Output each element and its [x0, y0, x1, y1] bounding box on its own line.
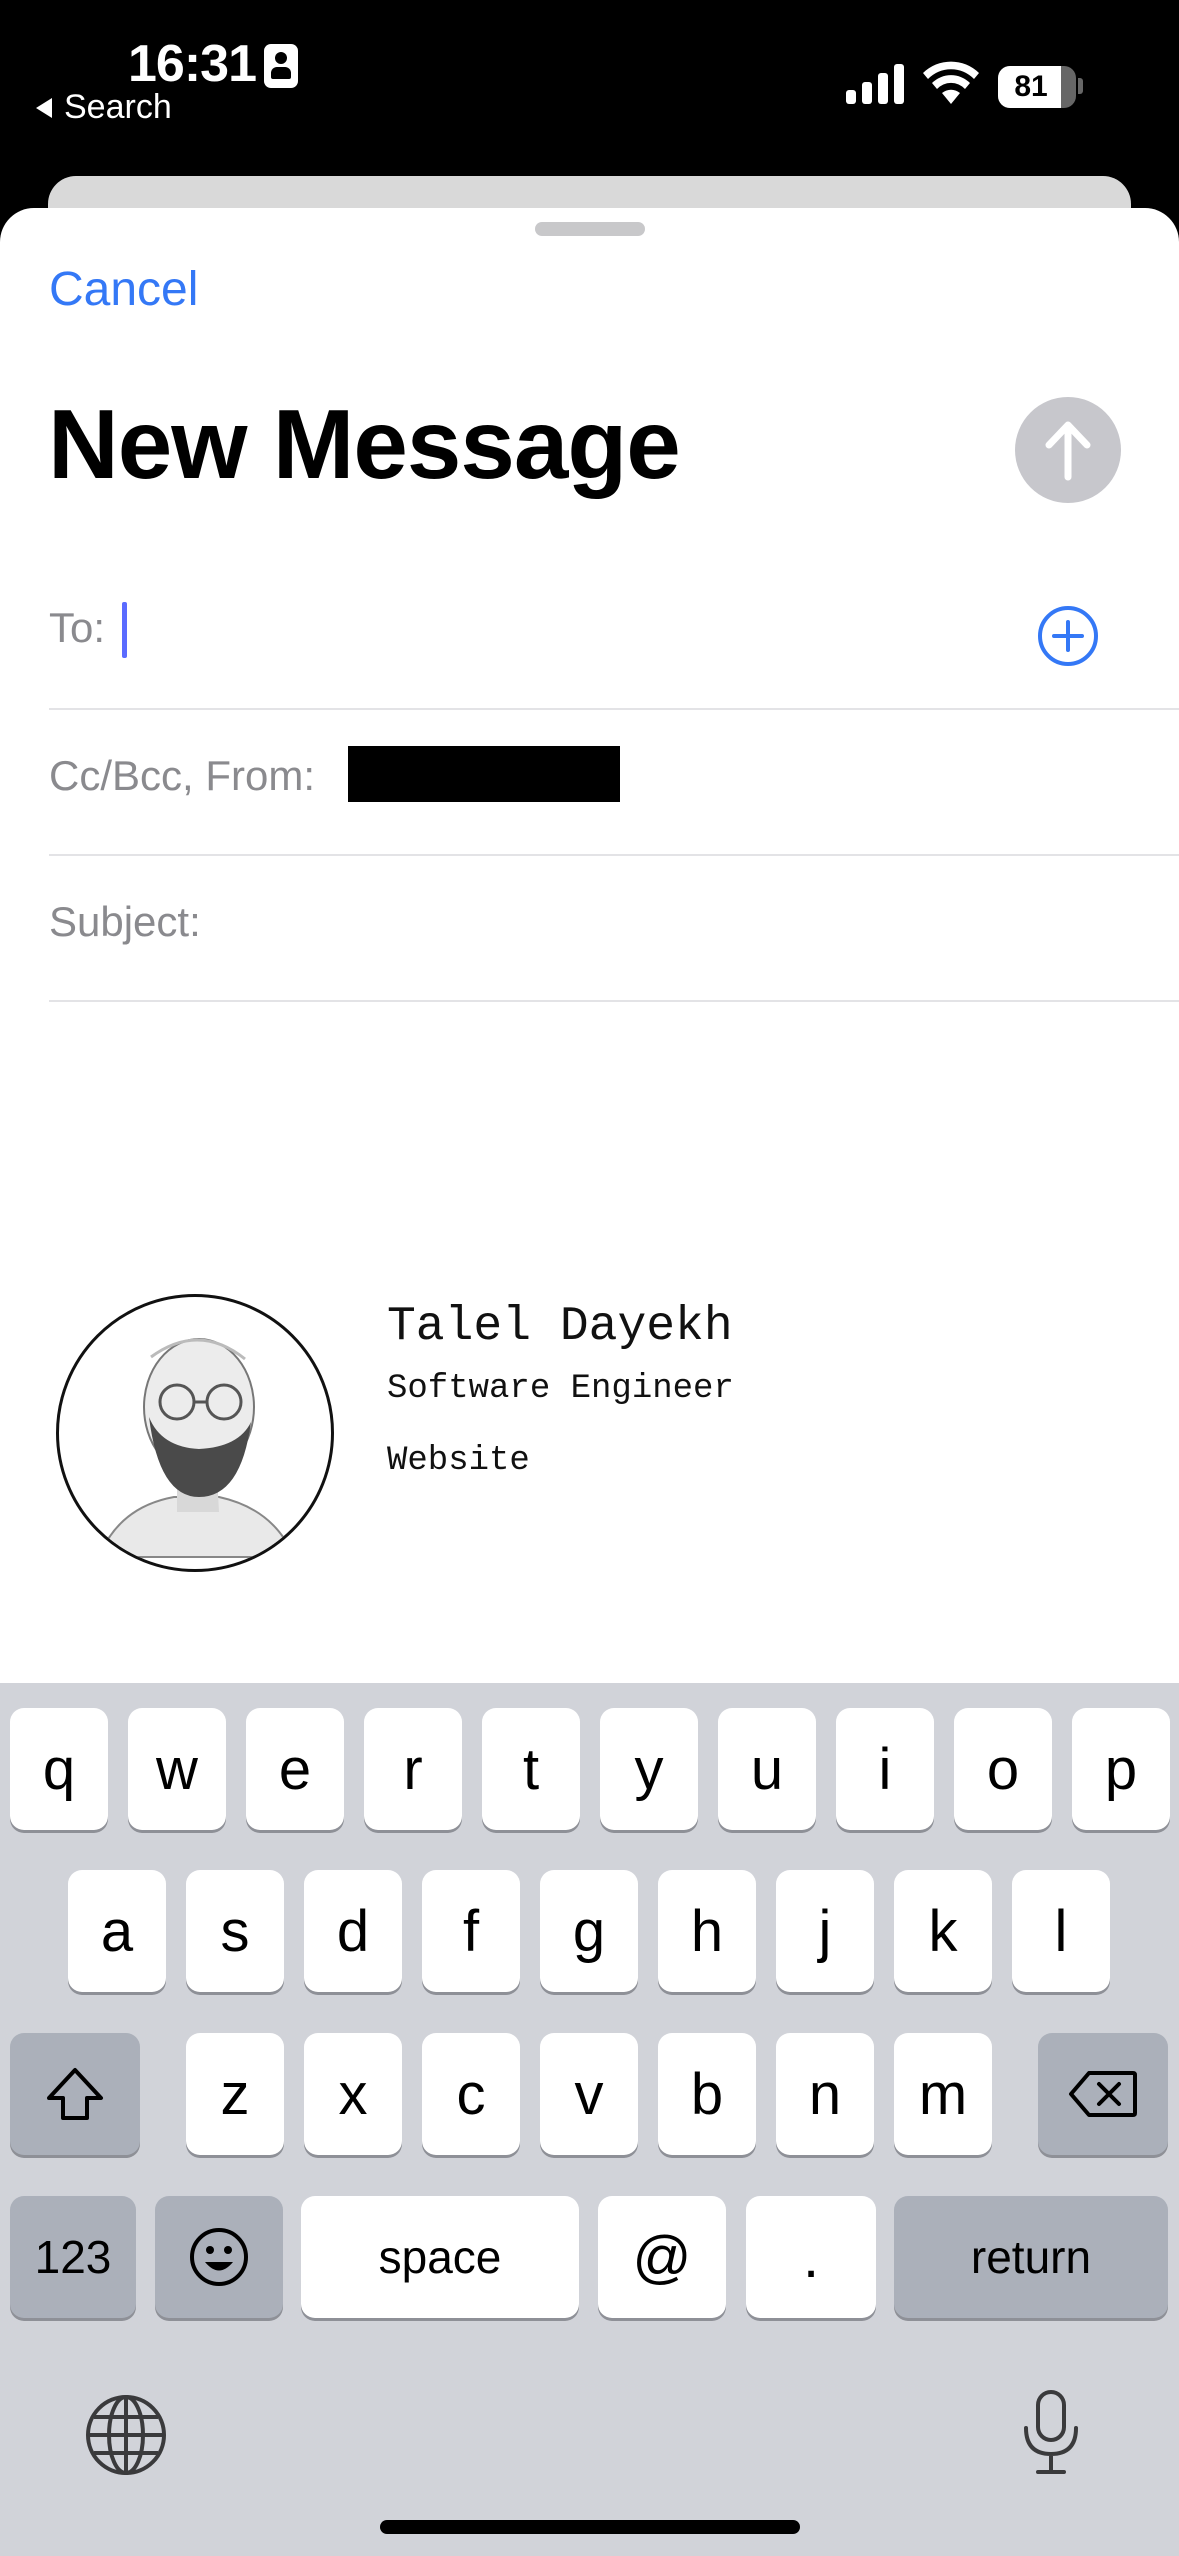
key-b[interactable]: b — [658, 2033, 756, 2155]
key-g[interactable]: g — [540, 1870, 638, 1992]
signature-name: Talel Dayekh — [387, 1300, 733, 1354]
battery-percent: 81 — [1014, 70, 1048, 103]
cellular-signal-icon — [846, 62, 904, 104]
microphone-icon[interactable] — [1018, 2388, 1084, 2478]
period-key[interactable]: . — [746, 2196, 876, 2318]
numbers-key[interactable]: 123 — [10, 2196, 136, 2318]
globe-icon[interactable] — [84, 2393, 168, 2477]
home-indicator[interactable] — [380, 2520, 800, 2534]
shift-arrow-icon — [47, 2068, 103, 2120]
key-c[interactable]: c — [422, 2033, 520, 2155]
key-a[interactable]: a — [68, 1870, 166, 1992]
signature-role: Software Engineer — [387, 1370, 734, 1408]
page-title: New Message — [48, 389, 681, 499]
send-button[interactable] — [1015, 397, 1121, 503]
key-o[interactable]: o — [954, 1708, 1052, 1830]
to-label: To: — [49, 604, 106, 651]
key-x[interactable]: x — [304, 2033, 402, 2155]
divider — [49, 708, 1179, 710]
back-label: Search — [64, 88, 172, 126]
key-m[interactable]: m — [894, 2033, 992, 2155]
battery-icon: 81 — [998, 66, 1076, 108]
shift-key[interactable] — [10, 2033, 140, 2155]
key-f[interactable]: f — [422, 1870, 520, 1992]
divider — [49, 854, 1179, 856]
key-e[interactable]: e — [246, 1708, 344, 1830]
backspace-icon — [1069, 2071, 1137, 2117]
key-h[interactable]: h — [658, 1870, 756, 1992]
space-key[interactable]: space — [301, 2196, 579, 2318]
key-k[interactable]: k — [894, 1870, 992, 1992]
sheet-grabber[interactable] — [535, 222, 645, 236]
key-u[interactable]: u — [718, 1708, 816, 1830]
at-key[interactable]: @ — [598, 2196, 726, 2318]
cancel-button[interactable]: Cancel — [49, 262, 198, 317]
portrait-sketch-icon — [97, 1338, 296, 1558]
key-n[interactable]: n — [776, 2033, 874, 2155]
key-l[interactable]: l — [1012, 1870, 1110, 1992]
divider — [49, 1000, 1179, 1002]
key-t[interactable]: t — [482, 1708, 580, 1830]
key-j[interactable]: j — [776, 1870, 874, 1992]
signature-avatar — [56, 1294, 334, 1572]
return-key[interactable]: return — [894, 2196, 1168, 2318]
signature-website-link[interactable]: Website — [387, 1442, 530, 1480]
subject-label[interactable]: Subject: — [49, 898, 201, 946]
cc-bcc-from-label[interactable]: Cc/Bcc, From: — [49, 752, 315, 800]
status-time: 16:31 — [128, 35, 257, 93]
key-s[interactable]: s — [186, 1870, 284, 1992]
key-d[interactable]: d — [304, 1870, 402, 1992]
from-address-redacted[interactable] — [348, 746, 620, 802]
key-y[interactable]: y — [600, 1708, 698, 1830]
emoji-icon — [190, 2228, 248, 2286]
key-v[interactable]: v — [540, 2033, 638, 2155]
key-q[interactable]: q — [10, 1708, 108, 1830]
back-to-search-button[interactable]: Search — [36, 88, 172, 127]
contact-card-icon — [264, 44, 298, 88]
back-arrow-icon — [36, 97, 52, 118]
to-field-caret[interactable] — [122, 602, 127, 658]
emoji-key[interactable] — [155, 2196, 283, 2318]
wifi-icon — [923, 61, 979, 104]
key-w[interactable]: w — [128, 1708, 226, 1830]
key-z[interactable]: z — [186, 2033, 284, 2155]
key-i[interactable]: i — [836, 1708, 934, 1830]
add-contact-button[interactable] — [1036, 604, 1100, 668]
battery-cap — [1078, 78, 1083, 94]
arrow-up-icon — [1045, 421, 1091, 481]
key-r[interactable]: r — [364, 1708, 462, 1830]
delete-key[interactable] — [1038, 2033, 1168, 2155]
key-p[interactable]: p — [1072, 1708, 1170, 1830]
